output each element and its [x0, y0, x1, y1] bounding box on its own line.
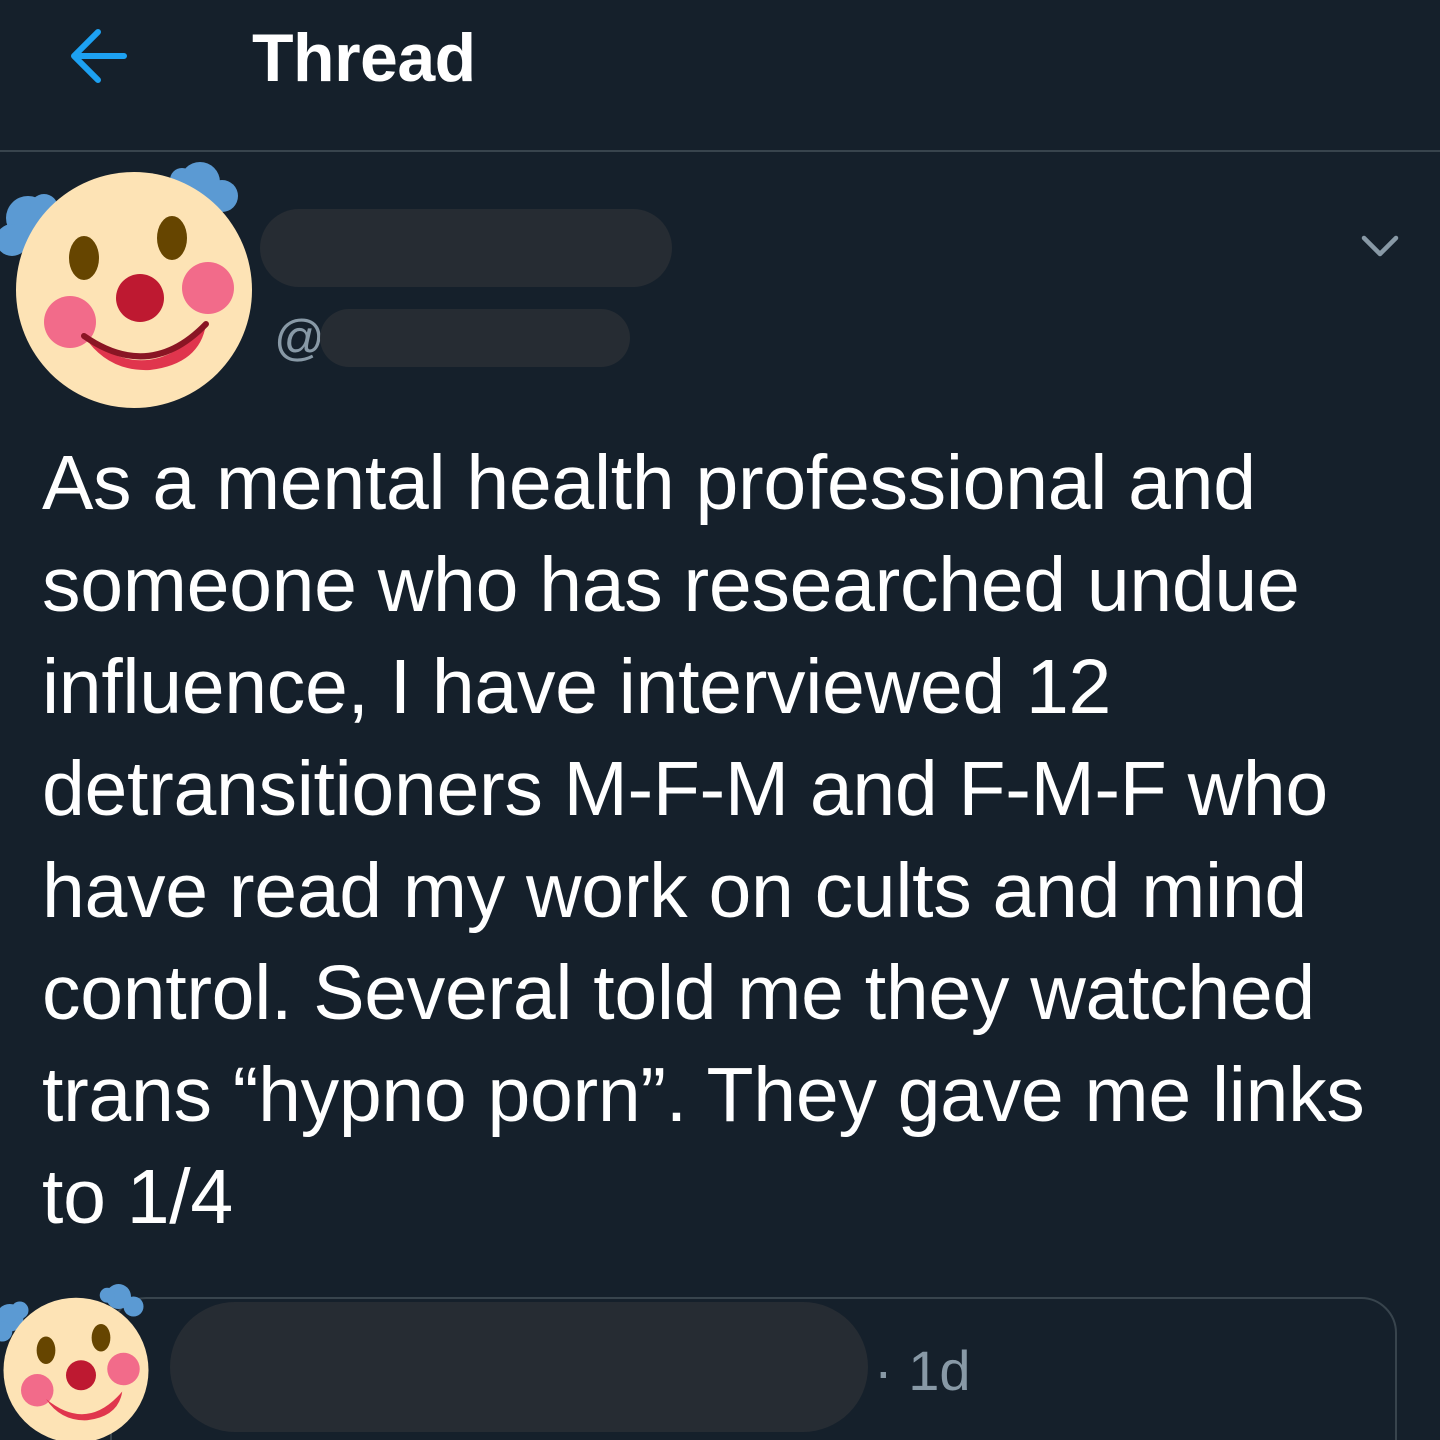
- arrow-left-icon: [71, 29, 127, 83]
- page-title: Thread: [252, 20, 476, 96]
- reply-avatar[interactable]: [0, 1284, 156, 1440]
- avatar[interactable]: [0, 158, 256, 414]
- username-redacted[interactable]: [320, 309, 630, 367]
- tweet-menu-button[interactable]: [1352, 222, 1408, 270]
- display-name-redacted[interactable]: [260, 209, 672, 287]
- thread-screen: Thread @ As a mental health professional…: [0, 0, 1440, 1440]
- tweet-text: As a mental health professional and some…: [42, 440, 1365, 1240]
- chevron-down-icon: [1361, 235, 1399, 257]
- username-prefix: @: [274, 310, 325, 366]
- clown-face-icon: [0, 1284, 149, 1440]
- back-button[interactable]: [58, 18, 138, 94]
- reply-name-redacted[interactable]: [170, 1302, 868, 1432]
- timestamp: · 1d: [874, 1339, 971, 1402]
- top-bar: Thread: [0, 0, 1440, 152]
- clown-face-icon: [0, 162, 252, 408]
